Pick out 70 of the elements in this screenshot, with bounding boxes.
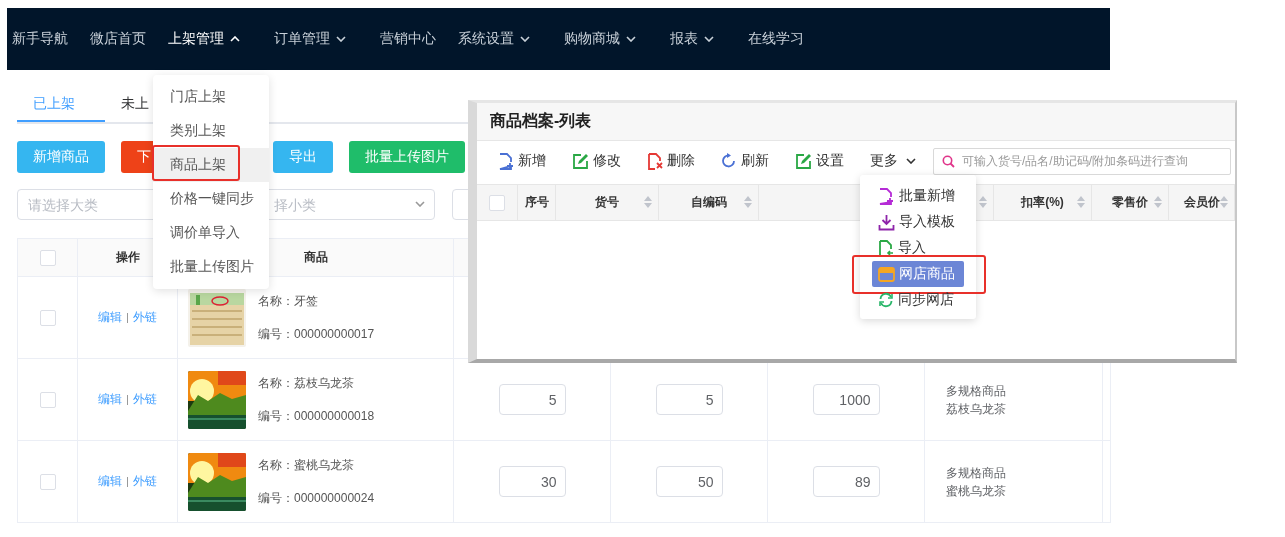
column-header: 商品	[303, 249, 328, 266]
menu-item[interactable]: 导入模板	[872, 209, 964, 235]
import-file-icon	[878, 239, 894, 257]
product-name: 名称：蜜桃乌龙茶	[258, 456, 355, 474]
column-header: 操作	[115, 249, 140, 266]
product-name: 名称：荔枝乌龙茶	[258, 374, 355, 392]
sort-icon[interactable]	[1154, 196, 1162, 208]
toolbar-button[interactable]: 修改	[572, 152, 621, 170]
window-title: 商品档案-列表	[490, 111, 592, 131]
column-header: 货号	[595, 194, 619, 211]
nav-item[interactable]: 系统设置	[458, 30, 542, 48]
sync-icon	[878, 292, 894, 308]
number-field[interactable]: 30	[498, 466, 566, 497]
toolbar-button[interactable]: 删除	[647, 152, 695, 170]
nav-item[interactable]: 营销中心	[380, 30, 436, 48]
new-file-icon	[498, 152, 514, 170]
column-header: 序号	[524, 194, 549, 211]
sort-icon[interactable]	[744, 196, 752, 208]
edit-icon	[795, 152, 812, 170]
checkbox[interactable]	[39, 391, 56, 408]
number-field[interactable]: 5	[498, 384, 566, 415]
toolbar-button[interactable]: 新增	[498, 152, 546, 170]
toolbar-button[interactable]: 刷新	[721, 152, 769, 170]
spec-text: 多规格商品 荔枝乌龙茶	[946, 382, 1006, 418]
nav-item[interactable]: 微店首页	[90, 30, 146, 48]
toolbar-button[interactable]: 设置	[795, 152, 844, 170]
column-header: 自编码	[690, 194, 727, 211]
nav-item[interactable]: 上架管理	[168, 30, 252, 48]
product-code: 编号：000000000018	[258, 407, 375, 425]
product-code: 编号：000000000024	[258, 489, 375, 507]
number-field[interactable]: 50	[655, 466, 723, 497]
checkbox[interactable]	[39, 473, 56, 490]
column-header: 零售价	[1112, 194, 1148, 211]
nav-item[interactable]: 报表	[670, 30, 726, 48]
column-header: 扣率(%)	[1021, 194, 1064, 211]
product-name: 名称：牙签	[258, 292, 319, 310]
menu-item[interactable]: 批量上传图片	[153, 250, 269, 284]
chevron-down-icon	[415, 201, 425, 207]
refresh-icon	[721, 153, 737, 169]
checkbox[interactable]	[39, 309, 56, 326]
menu-item[interactable]: 门店上架	[153, 80, 269, 114]
sort-icon[interactable]	[979, 196, 987, 208]
download-icon	[878, 213, 895, 231]
add-file-icon	[878, 187, 895, 205]
sort-icon[interactable]	[644, 196, 652, 208]
checkbox[interactable]	[489, 194, 505, 211]
nav-item[interactable]: 购物商城	[564, 30, 648, 48]
column-header: 会员价	[1183, 194, 1220, 211]
number-field[interactable]: 1000	[812, 384, 880, 415]
search-field[interactable]: 可输入货号/品名/助记码/附加条码进行查询	[933, 147, 1231, 175]
nav-item[interactable]: 在线学习	[748, 30, 816, 48]
sort-icon[interactable]	[1077, 196, 1085, 208]
more-button[interactable]: 更多	[870, 152, 916, 170]
menu-item[interactable]: 批量新增	[872, 183, 964, 209]
menu-item[interactable]: 导入	[872, 235, 964, 261]
nav-item[interactable]: 订单管理	[274, 30, 358, 48]
checkbox[interactable]	[39, 249, 56, 266]
product-code: 编号：000000000017	[258, 325, 375, 343]
number-field[interactable]: 5	[655, 384, 723, 415]
edit-icon	[572, 152, 589, 170]
delete-file-icon	[647, 152, 663, 170]
menu-item[interactable]: 同步网店	[872, 287, 964, 313]
menu-item[interactable]: 类别上架	[153, 114, 269, 148]
store-icon	[878, 266, 895, 282]
menu-item[interactable]: 商品上架	[153, 148, 269, 182]
nav-item[interactable]: 新手导航	[12, 30, 68, 48]
sort-icon[interactable]	[1220, 196, 1228, 208]
spec-text: 多规格商品 蜜桃乌龙茶	[946, 464, 1006, 500]
number-field[interactable]: 89	[812, 466, 880, 497]
search-icon	[942, 154, 955, 168]
